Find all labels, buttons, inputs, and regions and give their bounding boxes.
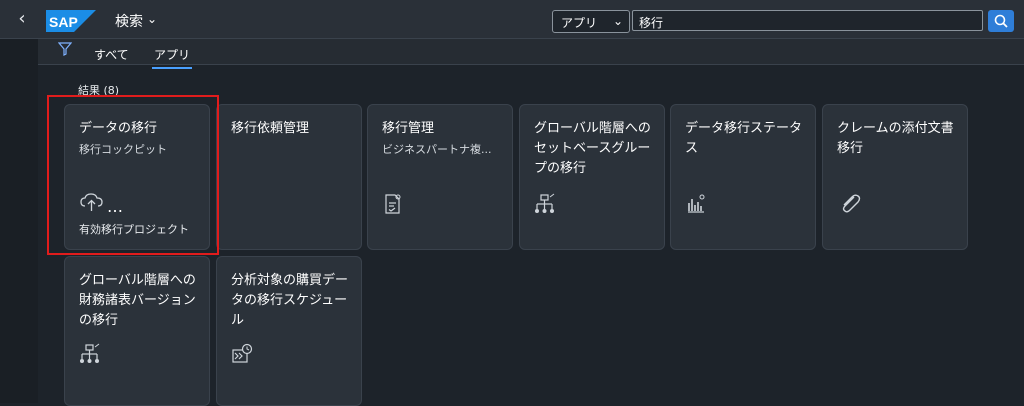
tile-migration-management[interactable]: 移行管理 ビジネスパートナ複... (367, 104, 513, 250)
app-title[interactable]: 検索 (115, 11, 143, 31)
bar-chart-search-icon (688, 194, 705, 213)
tile-footer: 有効移行プロジェクト (79, 223, 189, 236)
tile-title: 移行管理 (382, 121, 435, 136)
tile-title: クレームの添付文書移行 (837, 121, 954, 156)
tile-data-migration-status[interactable]: データ移行ステータス (670, 104, 816, 250)
tile-purchasing-data-migration-schedule[interactable]: 分析対象の購買データの移行スケジュール (216, 256, 362, 406)
search-icon (994, 14, 1008, 28)
chevron-down-icon: ⌄ (612, 14, 623, 28)
svg-text:SAP: SAP (49, 14, 78, 30)
paperclip-icon (842, 194, 861, 213)
tile-subtitle: ビジネスパートナ複... (382, 143, 492, 156)
tab-all[interactable]: すべて (94, 46, 129, 63)
tile-title: データ移行ステータス (685, 121, 803, 156)
tile-title: グローバル階層へのセットベースグループの移行 (534, 121, 651, 176)
tab-bar: すべて アプリ (38, 39, 1024, 69)
tab-apps[interactable]: アプリ (151, 46, 193, 69)
tile-global-hierarchy-set-group[interactable]: グローバル階層へのセットベースグループの移行 (519, 104, 665, 250)
chevron-down-icon[interactable]: ⌄ (147, 12, 157, 26)
schedule-migration-icon (232, 343, 253, 363)
document-check-icon (385, 194, 401, 214)
more-icon[interactable]: … (107, 197, 123, 216)
tile-global-hierarchy-fs-version[interactable]: グローバル階層への財務諸表バージョンの移行 (64, 256, 210, 406)
back-chevron-icon[interactable]: ‹ (12, 9, 32, 29)
results-count: 結果 (8) (78, 84, 120, 97)
tile-migration-request[interactable]: 移行依頼管理 (216, 104, 362, 250)
hierarchy-icon (80, 343, 100, 363)
scope-select[interactable]: アプリ ⌄ (552, 10, 630, 33)
filter-icon[interactable] (58, 42, 72, 56)
shell-bar: ‹ SAP 検索 ⌄ アプリ ⌄ 移行 (0, 0, 1024, 39)
tile-title: データの移行 (79, 121, 158, 136)
tile-title: グローバル階層への財務諸表バージョンの移行 (79, 273, 196, 328)
scope-select-value: アプリ (561, 16, 598, 30)
sap-logo[interactable]: SAP (46, 10, 96, 32)
tile-title: 移行依頼管理 (231, 121, 310, 136)
cloud-upload-icon (80, 193, 103, 211)
tile-title: 分析対象の購買データの移行スケジュール (231, 273, 349, 328)
tile-subtitle: 移行コックピット (79, 143, 167, 156)
search-button[interactable] (988, 10, 1014, 32)
hierarchy-icon (535, 193, 555, 213)
left-rail (0, 39, 38, 403)
tile-data-migration[interactable]: データの移行 移行コックピット … 有効移行プロジェクト (64, 104, 210, 250)
search-input[interactable]: 移行 (632, 10, 983, 31)
tile-claim-attachment-migration[interactable]: クレームの添付文書移行 (822, 104, 968, 250)
